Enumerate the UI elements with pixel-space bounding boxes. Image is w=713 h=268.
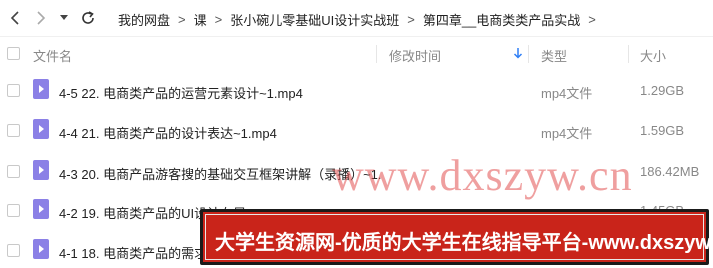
banner-text: 大学生资源网-优质的大学生在线指导平台-www.dxszyw.cn — [215, 232, 713, 254]
file-name[interactable]: 4-4 21. 电商类产品的设计表达~1.mp4 — [59, 123, 277, 142]
row-checkbox[interactable] — [7, 84, 20, 97]
file-row[interactable]: 4-4 21. 电商类产品的设计表达~1.mp4 mp4文件 1.59GB — [0, 110, 713, 150]
column-header-size[interactable]: 大小 — [640, 46, 666, 65]
video-file-icon — [33, 160, 49, 180]
file-row[interactable]: 4-5 22. 电商类产品的运营元素设计~1.mp4 mp4文件 1.29GB — [0, 70, 713, 110]
column-divider — [376, 45, 377, 63]
breadcrumb: 我的网盘 > 课 > 张小碗儿零基础UI设计实战班 > 第四章__电商类类产品实… — [118, 10, 604, 29]
row-checkbox[interactable] — [7, 165, 20, 178]
video-file-icon — [33, 119, 49, 139]
file-name[interactable]: 4-1 18. 电商类产品的需求 — [59, 243, 207, 262]
row-checkbox[interactable] — [7, 124, 20, 137]
file-list-header: 文件名 修改时间 类型 大小 — [0, 36, 713, 70]
column-divider — [628, 45, 629, 63]
breadcrumb-item-course[interactable]: 张小碗儿零基础UI设计实战班 — [230, 10, 399, 29]
video-file-icon — [33, 79, 49, 99]
file-type: mp4文件 — [541, 86, 593, 101]
breadcrumb-separator: > — [588, 12, 596, 27]
file-size: 1.29GB — [640, 83, 685, 98]
column-header-name[interactable]: 文件名 — [33, 46, 72, 65]
column-header-modified[interactable]: 修改时间 — [389, 46, 441, 65]
column-header-type[interactable]: 类型 — [541, 46, 567, 65]
video-file-icon — [33, 239, 49, 259]
chevron-right-icon[interactable] — [32, 9, 50, 27]
watermark-text: www.dxszyw.cn — [332, 151, 633, 200]
file-type: mp4文件 — [541, 126, 593, 141]
file-name[interactable]: 4-5 22. 电商类产品的运营元素设计~1.mp4 — [59, 83, 303, 102]
file-size: 186.42MB — [640, 164, 700, 179]
chevron-left-icon[interactable] — [6, 9, 24, 27]
row-checkbox[interactable] — [7, 204, 20, 217]
video-file-icon — [33, 199, 49, 219]
breadcrumb-item-courses[interactable]: 课 — [194, 10, 207, 29]
sort-down-arrow-icon[interactable] — [513, 47, 523, 62]
file-size: 1.59GB — [640, 123, 685, 138]
caret-down-icon[interactable] — [58, 9, 70, 27]
breadcrumb-item-my-drive[interactable]: 我的网盘 — [118, 10, 170, 29]
toolbar: 我的网盘 > 课 > 张小碗儿零基础UI设计实战班 > 第四章__电商类类产品实… — [0, 0, 713, 36]
refresh-icon[interactable] — [79, 9, 97, 27]
promo-banner: 大学生资源网-优质的大学生在线指导平台-www.dxszyw.cn — [200, 209, 713, 265]
breadcrumb-item-chapter[interactable]: 第四章__电商类类产品实战 — [423, 10, 580, 29]
breadcrumb-separator: > — [407, 12, 415, 27]
breadcrumb-separator: > — [178, 12, 186, 27]
column-divider — [528, 45, 529, 63]
select-all-checkbox[interactable] — [7, 47, 20, 60]
row-checkbox[interactable] — [7, 244, 20, 257]
breadcrumb-separator: > — [214, 12, 223, 27]
